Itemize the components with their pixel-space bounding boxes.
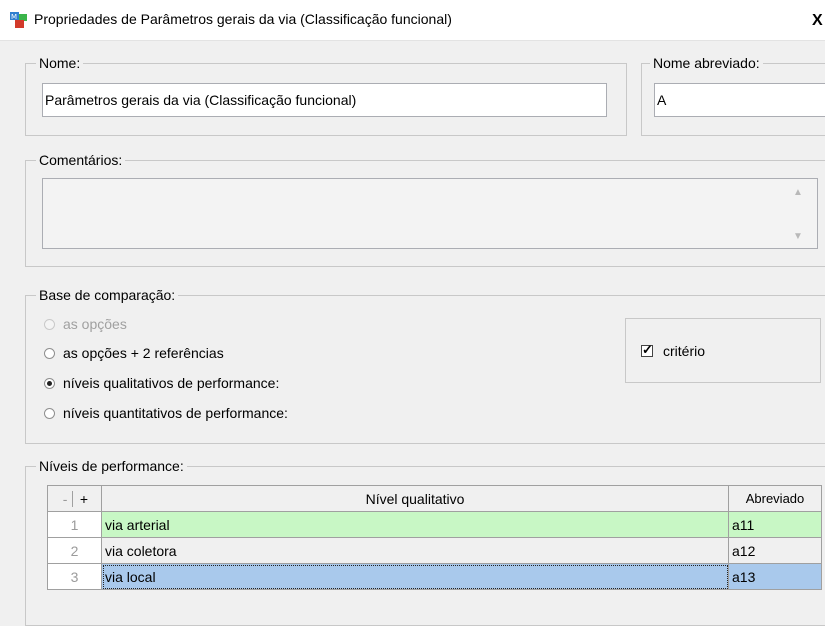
radio-icon [44,319,55,330]
radio-label: as opções + 2 referências [63,345,224,361]
svg-text:M: M [11,13,17,21]
radio-checked-icon [44,378,55,389]
column-header-nivel[interactable]: Nível qualitativo [101,485,729,512]
nome-abreviado-label: Nome abreviado: [650,54,763,72]
abreviado-cell[interactable]: a11 [728,511,822,538]
radio-niveis-qualitativos[interactable]: níveis qualitativos de performance: [44,372,279,394]
niveis-table: - + Nível qualitativo Abreviado 1 via ar… [47,485,822,590]
nivel-cell[interactable]: via arterial [101,511,729,538]
row-number: 3 [47,563,102,590]
comentarios-label: Comentários: [36,151,126,169]
close-button[interactable]: X [812,10,825,32]
abreviado-cell[interactable]: a12 [728,537,822,564]
nome-label: Nome: [36,54,84,72]
table-row[interactable]: 3 via local a13 [47,563,822,590]
row-number: 2 [47,537,102,564]
niveis-label: Níveis de performance: [36,457,187,475]
criterio-checkbox[interactable]: critério [641,340,705,362]
abreviado-cell[interactable]: a13 [728,563,822,590]
comentarios-textarea[interactable] [42,178,818,249]
radio-label: as opções [63,316,127,332]
nivel-cell[interactable]: via local [101,563,729,590]
checkbox-checked-icon [641,342,653,358]
criterio-label: critério [663,343,706,359]
radio-as-opcoes[interactable]: as opções [44,313,127,335]
radio-label: níveis qualitativos de performance: [63,375,280,391]
radio-label: níveis quantitativos de performance: [63,405,288,421]
table-row[interactable]: 1 via arterial a11 [47,511,822,538]
table-header-row: - + Nível qualitativo Abreviado [47,485,822,512]
radio-icon [44,348,55,359]
base-comparacao-label: Base de comparação: [36,286,179,304]
nivel-cell[interactable]: via coletora [101,537,729,564]
scroll-down-icon[interactable]: ▼ [791,230,805,244]
add-row-button[interactable]: + [77,491,91,507]
column-header-abreviado[interactable]: Abreviado [728,485,822,512]
window-title: Propriedades de Parâmetros gerais da via… [34,11,452,27]
nome-input[interactable]: Parâmetros gerais da via (Classificação … [42,83,607,117]
nome-abreviado-input[interactable]: A [654,83,825,117]
table-row[interactable]: 2 via coletora a12 [47,537,822,564]
radio-niveis-quantitativos[interactable]: níveis quantitativos de performance: [44,402,288,424]
app-icon: M [10,12,27,28]
remove-row-button[interactable]: - [58,490,74,507]
radio-opcoes-referencias[interactable]: as opções + 2 referências [44,342,224,364]
row-number: 1 [47,511,102,538]
scroll-up-icon[interactable]: ▲ [791,186,805,200]
add-remove-controls: - + [47,485,102,512]
title-bar: M Propriedades de Parâmetros gerais da v… [0,0,825,41]
radio-icon [44,408,55,419]
